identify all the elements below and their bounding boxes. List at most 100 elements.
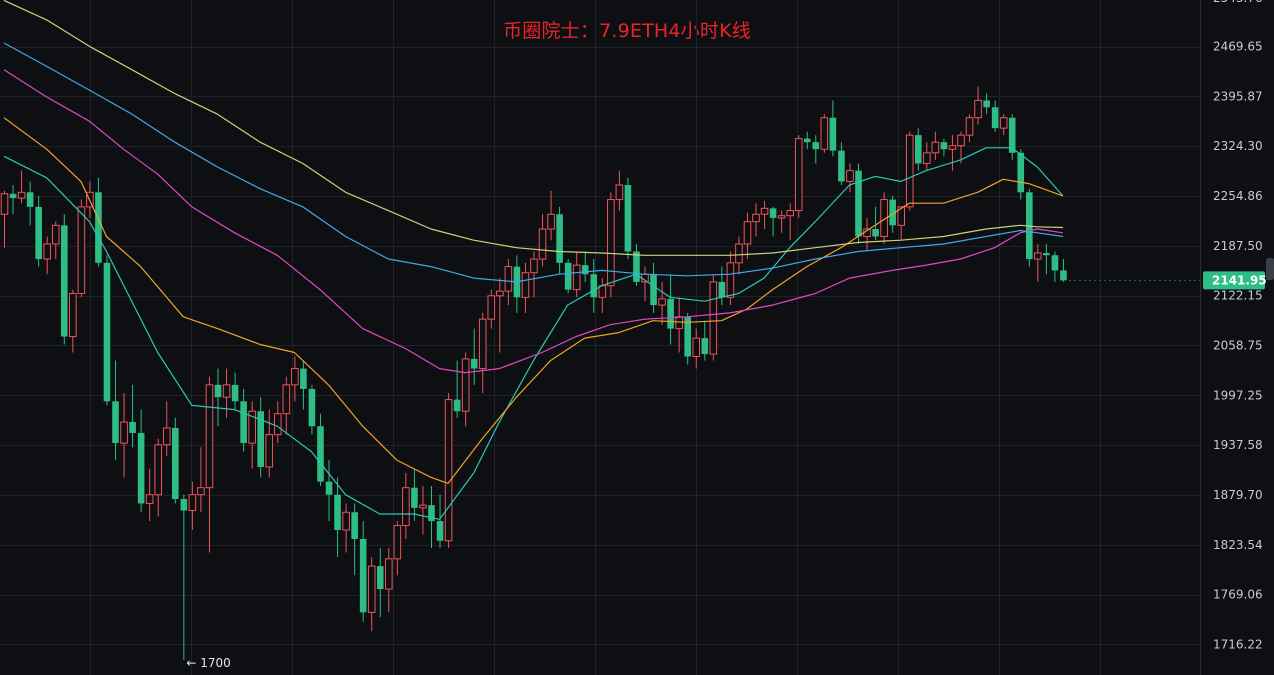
candle[interactable] — [615, 170, 624, 211]
candle[interactable] — [0, 190, 9, 248]
candle[interactable] — [240, 388, 247, 452]
candle[interactable] — [905, 131, 914, 211]
candle[interactable] — [461, 352, 470, 427]
candle[interactable] — [530, 251, 538, 298]
candle[interactable] — [521, 262, 530, 313]
candle[interactable] — [974, 86, 982, 125]
candle[interactable] — [248, 401, 256, 469]
candle[interactable] — [709, 274, 718, 361]
candle[interactable] — [95, 177, 102, 267]
candle[interactable] — [581, 251, 589, 282]
candle[interactable] — [846, 163, 854, 193]
candle[interactable] — [436, 494, 444, 548]
candle[interactable] — [60, 214, 68, 345]
axis-scroll-handle[interactable] — [1266, 258, 1274, 280]
candle[interactable] — [991, 100, 999, 132]
candle[interactable] — [273, 401, 282, 444]
candlestick-chart[interactable]: 币圈院士：7.9ETH4小时K线 2543.762469.652395.8723… — [0, 0, 1274, 675]
candle[interactable] — [556, 206, 563, 275]
candle[interactable] — [180, 494, 188, 660]
candle[interactable] — [103, 255, 111, 406]
candle[interactable] — [351, 503, 358, 576]
candle[interactable] — [855, 163, 862, 244]
candle[interactable] — [188, 481, 197, 531]
candle[interactable] — [1034, 243, 1042, 282]
candle[interactable] — [162, 401, 171, 456]
candle[interactable] — [205, 376, 214, 553]
candle[interactable] — [760, 201, 769, 230]
candle[interactable] — [470, 328, 478, 385]
candle[interactable] — [590, 259, 598, 313]
candle[interactable] — [1043, 243, 1050, 275]
candle[interactable] — [9, 185, 17, 215]
candle[interactable] — [129, 384, 136, 448]
candle[interactable] — [487, 289, 496, 329]
candle[interactable] — [684, 312, 691, 365]
candle[interactable] — [692, 328, 701, 369]
candle[interactable] — [940, 138, 948, 157]
candle[interactable] — [359, 521, 367, 622]
candle[interactable] — [257, 397, 264, 478]
candle[interactable] — [77, 199, 86, 298]
candle[interactable] — [69, 289, 77, 353]
candle[interactable] — [914, 128, 922, 171]
candle[interactable] — [965, 114, 974, 143]
candle[interactable] — [120, 393, 128, 478]
candle[interactable] — [504, 259, 513, 306]
candle[interactable] — [411, 468, 418, 522]
candle[interactable] — [43, 236, 52, 275]
candle[interactable] — [572, 251, 581, 298]
candle[interactable] — [820, 114, 829, 153]
candle[interactable] — [231, 372, 239, 410]
candle[interactable] — [513, 255, 521, 313]
candle[interactable] — [137, 409, 145, 513]
candle[interactable] — [317, 413, 324, 486]
candle[interactable] — [598, 278, 607, 313]
candle[interactable] — [214, 368, 222, 427]
candle[interactable] — [786, 203, 794, 241]
candle[interactable] — [496, 278, 504, 353]
candle[interactable] — [26, 181, 34, 226]
candle[interactable] — [564, 259, 572, 294]
candle[interactable] — [222, 368, 231, 418]
candle[interactable] — [667, 274, 674, 345]
candle[interactable] — [769, 206, 777, 237]
candle[interactable] — [675, 297, 683, 353]
candle[interactable] — [1026, 188, 1033, 267]
candle[interactable] — [718, 266, 726, 306]
candle[interactable] — [35, 195, 42, 267]
candle[interactable] — [794, 135, 803, 218]
candle[interactable] — [393, 521, 402, 576]
candle[interactable] — [385, 547, 393, 613]
candle[interactable] — [265, 409, 274, 478]
candle[interactable] — [172, 417, 179, 504]
candle[interactable] — [17, 170, 26, 204]
chart-canvas[interactable]: 2543.76 2469.65 2395.87 2324.30 2254.86 2187.… — [0, 0, 1274, 675]
candle[interactable] — [282, 376, 291, 435]
candle[interactable] — [1051, 251, 1059, 282]
candle[interactable] — [197, 447, 205, 513]
candle[interactable] — [367, 557, 376, 632]
candle[interactable] — [633, 243, 640, 286]
candle[interactable] — [701, 320, 709, 361]
candle[interactable] — [1008, 114, 1016, 160]
candle[interactable] — [931, 131, 940, 160]
candle[interactable] — [547, 190, 555, 241]
candle[interactable] — [1060, 259, 1067, 282]
candle[interactable] — [999, 114, 1008, 136]
candle[interactable] — [376, 547, 384, 618]
candle[interactable] — [419, 485, 427, 535]
candle[interactable] — [453, 360, 461, 418]
candle[interactable] — [478, 312, 487, 394]
candle[interactable] — [154, 438, 163, 517]
candle[interactable] — [777, 210, 786, 233]
candle[interactable] — [325, 460, 333, 522]
candle[interactable] — [308, 384, 316, 435]
candle[interactable] — [838, 142, 845, 186]
candle[interactable] — [948, 135, 957, 171]
candle[interactable] — [300, 360, 307, 410]
candle[interactable] — [402, 472, 410, 539]
candle[interactable] — [726, 251, 735, 306]
candle[interactable] — [752, 203, 760, 237]
candle[interactable] — [444, 393, 453, 548]
